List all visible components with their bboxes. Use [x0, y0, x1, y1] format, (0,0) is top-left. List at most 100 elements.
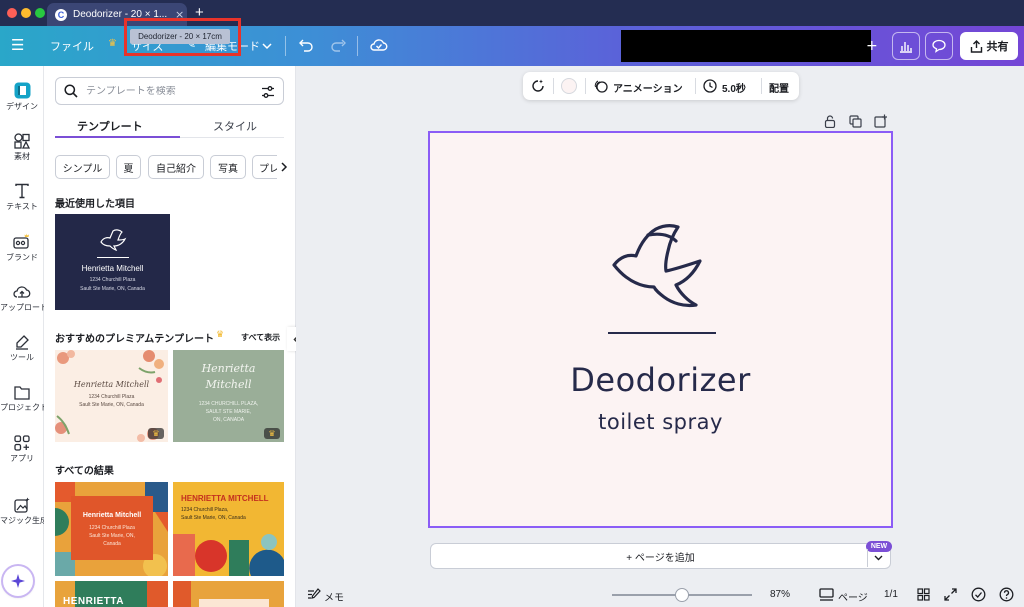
context-toolbar: アニメーション 5.0秒 配置 [523, 72, 799, 100]
card-name: Henrietta [201, 362, 256, 375]
card-stripe [147, 581, 168, 607]
rail-label: ツール [10, 353, 34, 362]
insights-button[interactable] [892, 32, 920, 60]
rail-item-apps[interactable]: アプリ [0, 435, 44, 464]
duplicate-icon[interactable] [849, 115, 862, 128]
result-template-card[interactable]: HENRIETTA [55, 581, 168, 607]
magic-icon [14, 497, 30, 513]
share-icon [970, 39, 982, 53]
card-name: Mitchell [205, 378, 252, 391]
window-close-button[interactable] [7, 8, 17, 18]
rail-item-brand[interactable]: ブランド [0, 233, 44, 263]
magic-switch-icon[interactable] [530, 78, 546, 94]
rail-label: アップロード [0, 303, 44, 312]
card-name: Henrietta Mitchell [82, 512, 142, 519]
background-color-swatch[interactable] [561, 78, 577, 94]
card-name: Henrietta Mitchell [81, 264, 144, 273]
chip-summer[interactable]: 夏 [116, 155, 141, 179]
pages-button[interactable]: ページ [838, 589, 868, 604]
tab-styles[interactable]: スタイル [213, 118, 257, 134]
card-address-line: 1234 Churchill Plaza [88, 394, 135, 400]
add-collaborator-icon[interactable]: + [866, 38, 878, 54]
hamburger-menu-icon[interactable]: ☰ [11, 36, 24, 54]
design-divider[interactable] [608, 332, 716, 334]
templates-panel: テンプレート スタイル シンプル 夏 自己紹介 写真 プレ 最近使用した項目 H… [44, 66, 296, 607]
animation-button[interactable]: アニメーション [613, 80, 683, 95]
card-address-line: Canada [103, 541, 121, 547]
redo-icon[interactable] [330, 37, 346, 57]
window-maximize-button[interactable] [35, 8, 45, 18]
zoom-slider-handle[interactable] [675, 588, 689, 602]
rail-item-elements[interactable]: 素材 [0, 133, 44, 162]
search-input[interactable] [86, 85, 246, 97]
window-minimize-button[interactable] [21, 8, 31, 18]
add-page-icon[interactable] [874, 114, 888, 128]
chip-simple[interactable]: シンプル [55, 155, 110, 179]
rail-item-upload[interactable]: アップロード [0, 284, 44, 313]
result-template-card[interactable]: Henrietta Mitchell 1234 Churchill Plaza … [55, 482, 168, 576]
card-address-line: ON, CANADA [212, 417, 245, 423]
lock-icon[interactable] [824, 115, 836, 128]
toolbar-divider [285, 36, 286, 56]
card-name: HENRIETTA [63, 596, 124, 607]
design-title[interactable]: Deodorizer [430, 361, 891, 399]
result-template-card[interactable]: HENRIETTA MITCHELL 1234 Churchill Plaza,… [173, 482, 284, 576]
zoom-level[interactable]: 87% [770, 589, 790, 600]
dove-icon[interactable] [610, 221, 712, 313]
card-address-line: Sault Ste Marie, ON, Canada [80, 286, 145, 292]
design-subtitle[interactable]: toilet spray [430, 410, 891, 434]
result-template-card[interactable] [173, 581, 284, 607]
card-address-line: 1234 Churchill Plaza [89, 525, 135, 531]
design-icon [14, 82, 30, 99]
chevron-down-icon[interactable] [262, 36, 272, 55]
add-page-button[interactable]: + ページを追加 [430, 543, 891, 569]
chip-self-intro[interactable]: 自己紹介 [148, 155, 204, 179]
bar-chart-icon [900, 42, 912, 53]
fullscreen-icon[interactable] [944, 588, 957, 601]
duration-button[interactable]: 5.0秒 [722, 80, 746, 95]
card-stripe [173, 581, 191, 607]
recent-template-card[interactable]: Henrietta Mitchell 1234 Churchill Plaza … [55, 214, 170, 310]
menu-file[interactable]: ファイル [50, 38, 94, 54]
notes-button[interactable]: メモ [324, 589, 344, 604]
rail-item-projects[interactable]: プロジェクト [0, 385, 44, 413]
tab-templates[interactable]: テンプレート [77, 118, 143, 134]
rail-item-magic[interactable]: マジック生成 [0, 497, 44, 526]
cloud-saved-icon[interactable] [370, 37, 388, 57]
bottom-status-bar: メモ 87% ページ 1/1 [296, 583, 1024, 607]
rail-label: テキスト [6, 202, 38, 211]
crown-icon: ♛ [216, 330, 225, 340]
panel-tabs: テンプレート スタイル [55, 116, 284, 138]
filter-sliders-icon[interactable] [261, 85, 275, 99]
rail-item-text[interactable]: テキスト [0, 183, 44, 212]
left-nav-rail: デザイン 素材 テキスト ブランド アップロード ツール プロジェクト アプリ … [0, 66, 44, 607]
see-all-link[interactable]: すべて表示 [241, 332, 280, 343]
add-page-dropdown[interactable] [867, 549, 889, 567]
canva-assistant-button[interactable] [3, 566, 33, 596]
rail-item-tools[interactable]: ツール [0, 334, 44, 363]
grid-view-icon[interactable] [917, 588, 930, 601]
comment-icon [932, 39, 946, 53]
tab-divider [180, 137, 284, 138]
undo-icon[interactable] [298, 37, 314, 57]
card-panel [199, 599, 269, 607]
premium-template-card[interactable]: Henrietta Mitchell 1234 Churchill Plaza … [55, 350, 168, 442]
highlight-box [124, 18, 241, 56]
chips-scroll-right-icon[interactable] [277, 155, 291, 179]
toolbar-divider [695, 78, 696, 94]
template-search[interactable] [55, 77, 284, 105]
rail-item-design[interactable]: デザイン [0, 82, 44, 112]
chip-photo[interactable]: 写真 [210, 155, 246, 179]
premium-section-title: おすすめのプレミアムテンプレート [55, 334, 214, 345]
premium-template-card[interactable]: Henrietta Mitchell 1234 CHURCHILL PLAZA,… [173, 350, 284, 442]
design-page[interactable]: Deodorizer toilet spray [428, 131, 893, 528]
toolbar-divider [761, 78, 762, 94]
animation-icon [594, 80, 608, 93]
check-circle-icon[interactable] [971, 587, 986, 602]
share-button[interactable]: 共有 [960, 32, 1018, 60]
elements-icon [14, 133, 30, 149]
position-button[interactable]: 配置 [769, 80, 789, 95]
comments-button[interactable] [925, 32, 953, 60]
help-icon[interactable] [999, 587, 1014, 602]
card-divider [97, 257, 129, 258]
